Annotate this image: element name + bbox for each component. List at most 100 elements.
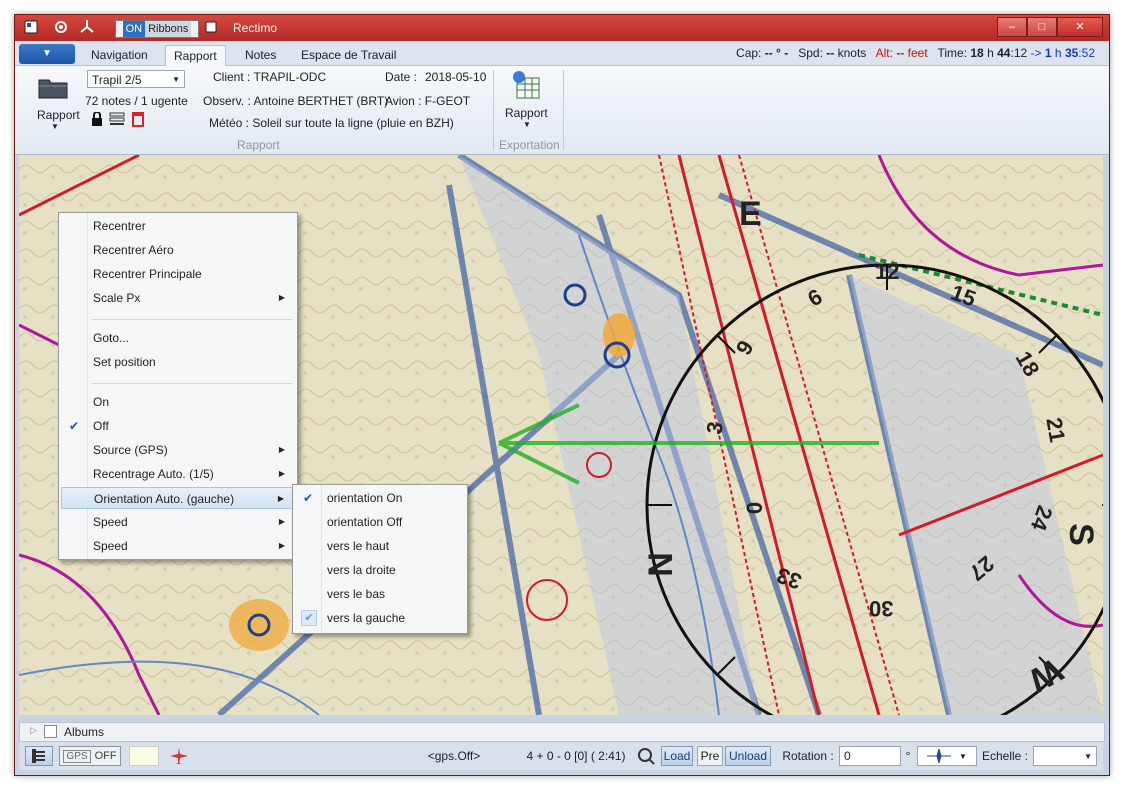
submenu-arrow-icon: ▶	[278, 517, 285, 526]
counter-label: 4 + 0 - 0 [0] ( 2:41)	[526, 749, 626, 763]
client-label: Client : TRAPIL-ODC	[213, 70, 327, 84]
ribbon-tabs: ▼ Navigation Rapport Notes Espace de Tra…	[15, 41, 1109, 66]
zoom-fit-icon[interactable]	[635, 746, 657, 766]
menu-item-speed[interactable]: Speed ▶	[61, 511, 295, 533]
orientation-submenu: ✔ orientation On orientation Off vers le …	[292, 484, 468, 634]
submenu-item-vers-le-bas[interactable]: vers le bas	[295, 583, 465, 605]
submenu-item-vers-la-gauche[interactable]: ✔ vers la gauche	[295, 607, 465, 629]
arrow-label: ->	[1030, 46, 1042, 60]
menu-item-recentrage-auto[interactable]: Recentrage Auto. (1/5) ▶	[61, 463, 295, 485]
chevron-down-icon: ▼	[959, 751, 967, 761]
group-label-exportation: Exportation	[499, 138, 560, 152]
remaining-h-sep: h	[1054, 46, 1062, 60]
time-h-sep: h	[987, 46, 994, 60]
gps-status: <gps.Off>	[427, 749, 481, 763]
compass-label-21: 21	[1041, 415, 1071, 445]
checkmark-icon: ✔	[69, 419, 80, 433]
expand-arrow-icon[interactable]: ▷	[30, 725, 37, 736]
title-bar: ON Ribbons Rectimo – □ ✕	[15, 15, 1109, 41]
degree-label: °	[905, 749, 911, 763]
fan-icon[interactable]	[79, 19, 95, 35]
filter-icon[interactable]	[109, 112, 125, 129]
albums-checkbox[interactable]	[44, 725, 57, 738]
chevron-down-icon: ▼	[1084, 751, 1092, 761]
tab-notes[interactable]: Notes	[237, 45, 284, 65]
time-label: Time:	[937, 46, 968, 60]
submenu-arrow-icon: ▶	[278, 541, 285, 550]
load-button[interactable]: Load	[661, 746, 693, 766]
bottom-toolbar: GPS OFF <gps.Off> 4 + 0 - 0 [0] ( 2:41) …	[19, 742, 1103, 770]
menu-item-off[interactable]: ✔ Off	[61, 415, 295, 437]
albums-label: Albums	[64, 725, 105, 739]
submenu-item-orientation-off[interactable]: orientation Off	[295, 511, 465, 533]
trash-icon[interactable]	[131, 111, 145, 130]
tab-espace-de-travail[interactable]: Espace de Travail	[293, 45, 404, 65]
color-swatch[interactable]	[129, 746, 159, 766]
remaining-hours: 1	[1044, 46, 1052, 60]
rotation-input[interactable]: 0	[839, 746, 901, 766]
menu-item-label: Recentrage Auto. (1/5)	[93, 467, 214, 481]
submenu-item-orientation-on[interactable]: ✔ orientation On	[295, 487, 465, 509]
submenu-arrow-icon: ▶	[277, 494, 284, 503]
alt-label: Alt:	[875, 46, 893, 60]
menu-item-recentrer-aero[interactable]: Recentrer Aéro	[61, 239, 295, 261]
alt-value: --	[896, 46, 905, 60]
compass-dropdown[interactable]: ▼	[917, 746, 977, 766]
tab-navigation[interactable]: Navigation	[83, 45, 156, 65]
menu-item-goto[interactable]: Goto...	[61, 327, 295, 349]
rapport-dropdown-arrow[interactable]: ▼	[51, 122, 59, 131]
albums-bar[interactable]: ▷ Albums	[19, 722, 1105, 742]
time-hours: 18	[970, 46, 984, 60]
rapport-button[interactable]: Rapport	[37, 108, 80, 122]
spd-unit: knots	[837, 46, 867, 60]
ribbons-toggle[interactable]: ON Ribbons	[115, 20, 199, 38]
menu-item-orientation-auto[interactable]: Orientation Auto. (gauche) ▶	[61, 487, 295, 509]
menu-separator	[91, 319, 293, 320]
app-menu-button[interactable]: ▼	[19, 44, 75, 64]
minimize-button[interactable]: –	[997, 17, 1027, 37]
menu-item-speed-2[interactable]: Speed ▶	[61, 535, 295, 557]
ribbon-panel: Rapport ▼ Trapil 2/5 ▼ 72 notes / 1 ugen…	[15, 66, 1109, 155]
menu-item-recentrer[interactable]: Recentrer	[61, 215, 295, 237]
checkmark-icon: ✔	[303, 491, 314, 505]
window-title: Rectimo	[233, 21, 278, 35]
square-icon[interactable]	[203, 19, 219, 35]
menu-item-label: Recentrer Principale	[93, 267, 202, 281]
echelle-dropdown[interactable]: ▼	[1033, 746, 1097, 766]
maximize-button[interactable]: □	[1027, 17, 1057, 37]
gear-icon[interactable]	[53, 19, 69, 35]
menu-item-label: Goto...	[93, 331, 130, 345]
alt-unit: feet	[907, 46, 928, 60]
lock-icon[interactable]	[91, 111, 103, 129]
gps-label: GPS	[63, 749, 91, 763]
close-button[interactable]: ✕	[1057, 17, 1103, 37]
gps-toggle[interactable]: GPS OFF	[59, 746, 121, 766]
menu-item-on[interactable]: On	[61, 391, 295, 413]
aircraft-label: Avion : F-GEOT	[385, 94, 471, 108]
airplane-icon[interactable]	[165, 746, 193, 766]
pre-button[interactable]: Pre	[697, 746, 723, 766]
menu-item-source-gps[interactable]: Source (GPS) ▶	[61, 439, 295, 461]
map-context-menu: Recentrer Recentrer Aéro Recentrer Princ…	[58, 212, 298, 560]
gps-off-label: OFF	[94, 750, 117, 762]
submenu-item-label: orientation Off	[327, 515, 403, 529]
export-dropdown-arrow[interactable]: ▼	[523, 120, 531, 129]
tab-rapport[interactable]: Rapport	[165, 45, 226, 66]
folder-icon[interactable]	[37, 74, 69, 103]
export-rapport-button[interactable]: Rapport	[505, 106, 548, 120]
trapil-combo[interactable]: Trapil 2/5 ▼	[87, 70, 185, 88]
group-label-rapport: Rapport	[237, 138, 280, 152]
spreadsheet-icon[interactable]	[511, 70, 541, 103]
submenu-item-vers-la-droite[interactable]: vers la droite	[295, 559, 465, 581]
menu-item-scale-px[interactable]: Scale Px ▶	[61, 287, 295, 309]
menu-item-recentrer-principale[interactable]: Recentrer Principale	[61, 263, 295, 285]
menu-item-label: Set position	[93, 355, 156, 369]
tree-view-button[interactable]	[25, 746, 53, 766]
submenu-item-vers-le-haut[interactable]: vers le haut	[295, 535, 465, 557]
flight-status: Cap: -- ° - Spd: -- knots Alt: -- feet T…	[736, 46, 1095, 60]
menu-item-set-position[interactable]: Set position	[61, 351, 295, 373]
submenu-item-label: vers la droite	[327, 563, 396, 577]
compass-label-30: 30	[869, 596, 894, 621]
unload-button[interactable]: Unload	[725, 746, 771, 766]
remaining-seconds: 52	[1081, 46, 1095, 60]
